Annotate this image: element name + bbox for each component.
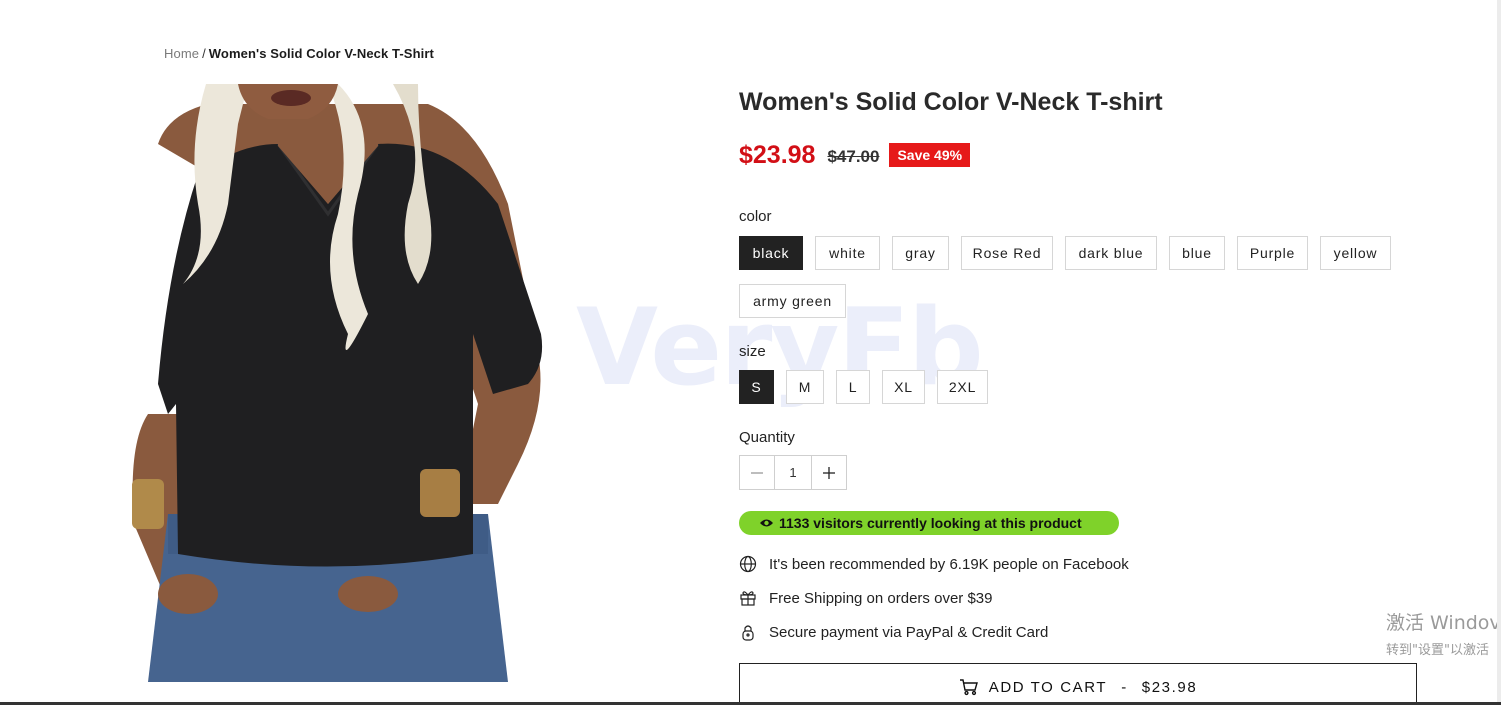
add-to-cart-label: ADD TO CART	[988, 678, 1108, 696]
gift-box-icon	[739, 589, 757, 607]
color-option-yellow[interactable]: yellow	[1320, 236, 1391, 270]
lock-icon	[739, 623, 757, 641]
plus-icon	[822, 466, 835, 479]
activation-line-2: 转到"设置"以激活	[1386, 643, 1489, 658]
windows-activation-overlay: 激活 Windov 转到"设置"以激活	[1386, 608, 1501, 658]
color-option-gray[interactable]: gray	[892, 236, 949, 270]
add-to-cart-separator: -	[1121, 678, 1128, 696]
color-label: color	[739, 208, 772, 225]
globe-icon	[739, 555, 757, 573]
feature-text: Secure payment via PayPal & Credit Card	[769, 623, 1049, 641]
feature-text: It's been recommended by 6.19K people on…	[769, 555, 1129, 573]
breadcrumb-separator: /	[202, 46, 206, 61]
save-badge: Save 49%	[889, 143, 971, 167]
feature-shipping: Free Shipping on orders over $39	[739, 589, 992, 607]
quantity-stepper: 1	[739, 455, 847, 490]
color-option-white[interactable]: white	[815, 236, 880, 270]
add-to-cart-button[interactable]: ADD TO CART - $23.98	[739, 663, 1417, 705]
feature-text: Free Shipping on orders over $39	[769, 589, 993, 607]
color-option-dark-blue[interactable]: dark blue	[1065, 236, 1157, 270]
color-option-blue[interactable]: blue	[1169, 236, 1225, 270]
price-row: $23.98 $47.00 Save 49%	[739, 139, 971, 171]
size-option-xl[interactable]: XL	[882, 370, 925, 404]
size-option-l[interactable]: L	[836, 370, 870, 404]
product-image[interactable]	[128, 84, 548, 682]
feature-secure-payment: Secure payment via PayPal & Credit Card	[739, 623, 1048, 641]
product-page: Home / Women's Solid Color V-Neck T-Shirt	[0, 0, 1501, 705]
breadcrumb: Home / Women's Solid Color V-Neck T-Shirt	[164, 46, 434, 61]
size-option-m[interactable]: M	[786, 370, 824, 404]
breadcrumb-home-link[interactable]: Home	[164, 46, 199, 61]
scrollbar[interactable]	[1497, 0, 1501, 705]
eye-icon	[759, 517, 774, 529]
minus-icon	[751, 471, 764, 474]
product-title: Women's Solid Color V-Neck T-shirt	[739, 88, 1163, 116]
color-option-rose-red[interactable]: Rose Red	[961, 236, 1053, 270]
quantity-increase-button[interactable]	[812, 456, 846, 489]
feature-facebook: It's been recommended by 6.19K people on…	[739, 555, 1129, 573]
size-option-2xl[interactable]: 2XL	[937, 370, 988, 404]
add-to-cart-price: $23.98	[1141, 678, 1198, 696]
color-option-army-green[interactable]: army green	[739, 284, 846, 318]
quantity-label: Quantity	[739, 429, 795, 446]
quantity-input[interactable]: 1	[774, 456, 812, 489]
color-option-purple[interactable]: Purple	[1237, 236, 1308, 270]
color-option-black[interactable]: black	[739, 236, 803, 270]
sale-price: $23.98	[739, 140, 816, 169]
cart-icon	[959, 678, 979, 696]
size-label: size	[739, 343, 766, 360]
size-option-s[interactable]: S	[739, 370, 774, 404]
quantity-decrease-button[interactable]	[740, 456, 774, 489]
visitors-banner: 1133 visitors currently looking at this …	[739, 511, 1119, 535]
activation-line-1: 激活 Windov	[1386, 612, 1501, 634]
compare-price: $47.00	[827, 147, 880, 166]
visitors-text: 1133 visitors currently looking at this …	[779, 515, 1082, 531]
breadcrumb-current: Women's Solid Color V-Neck T-Shirt	[208, 46, 434, 61]
